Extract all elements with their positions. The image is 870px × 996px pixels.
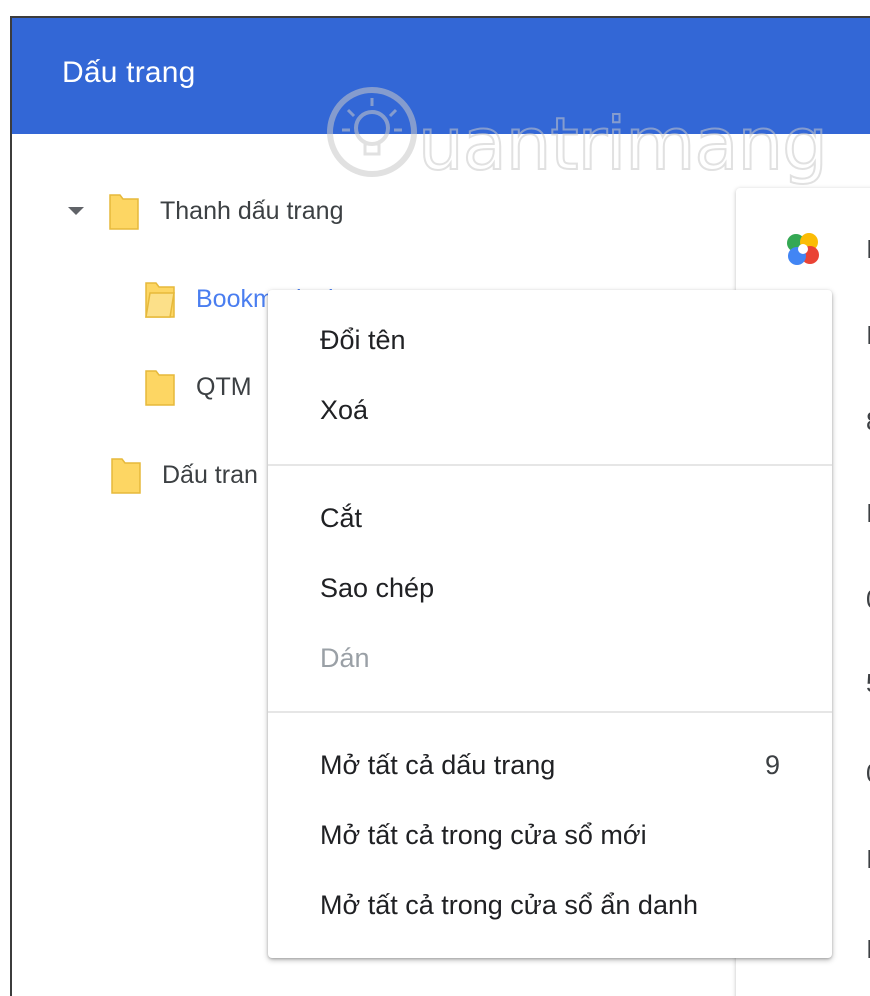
- menu-item-cut[interactable]: Cắt: [268, 490, 832, 546]
- menu-item-label: Mở tất cả trong cửa sổ ẩn danh: [320, 889, 698, 920]
- bookmark-row-title[interactable]: 8: [866, 406, 870, 437]
- menu-item-delete[interactable]: Xoá: [268, 382, 832, 438]
- folder-icon: [109, 194, 139, 230]
- menu-item-open-all[interactable]: Mở tất cả dấu trang 9: [268, 737, 832, 793]
- menu-item-paste: Dán: [268, 630, 832, 686]
- tree-item-label: Thanh dấu trang: [160, 196, 344, 225]
- expand-caret-icon[interactable]: [68, 207, 84, 215]
- bookmark-row-title[interactable]: 0: [866, 758, 870, 789]
- menu-item-copy[interactable]: Sao chép: [268, 560, 832, 616]
- tree-item-qtm[interactable]: QTM: [144, 362, 252, 412]
- menu-divider: [268, 464, 832, 466]
- folder-icon: [111, 458, 141, 494]
- folder-icon: [145, 370, 175, 406]
- toolbar: Dấu trang: [12, 18, 870, 134]
- bookmark-row-title[interactable]: I: [866, 844, 870, 875]
- bookmark-row-title[interactable]: 5: [866, 668, 870, 699]
- menu-divider: [268, 711, 832, 713]
- pinwheel-favicon-icon: [787, 233, 819, 265]
- menu-item-label: Dán: [320, 642, 370, 673]
- menu-item-label: Xoá: [320, 394, 369, 425]
- context-menu: Đổi tên Xoá Cắt Sao chép Dán Mở tất cả d…: [268, 290, 832, 958]
- tree-item-label: QTM: [196, 372, 252, 401]
- menu-item-label: Đổi tên: [320, 324, 406, 355]
- menu-item-label: Sao chép: [320, 572, 435, 603]
- menu-item-label: Mở tất cả trong cửa sổ mới: [320, 819, 647, 850]
- bookmark-row-title[interactable]: 0: [866, 584, 870, 615]
- menu-item-label: Cắt: [320, 502, 363, 533]
- menu-item-rename[interactable]: Đổi tên: [268, 312, 832, 368]
- folder-open-icon: [145, 282, 175, 318]
- tree-item-label: Dấu tran: [162, 460, 258, 489]
- bookmark-row-title[interactable]: I: [866, 934, 870, 965]
- bookmark-row-title[interactable]: I: [866, 320, 870, 351]
- bookmark-count: 9: [764, 749, 780, 780]
- menu-item-open-all-new-window[interactable]: Mở tất cả trong cửa sổ mới: [268, 807, 832, 863]
- bookmark-row-title[interactable]: I: [866, 234, 870, 265]
- page-title: Dấu trang: [62, 56, 196, 89]
- menu-item-open-all-incognito[interactable]: Mở tất cả trong cửa sổ ẩn danh: [268, 877, 832, 933]
- tree-item-other-bookmarks[interactable]: Dấu tran: [110, 450, 258, 500]
- tree-item-thanh-dau-trang[interactable]: Thanh dấu trang: [68, 186, 343, 236]
- bookmark-row-title[interactable]: I: [866, 498, 870, 529]
- menu-item-label: Mở tất cả dấu trang: [320, 749, 556, 780]
